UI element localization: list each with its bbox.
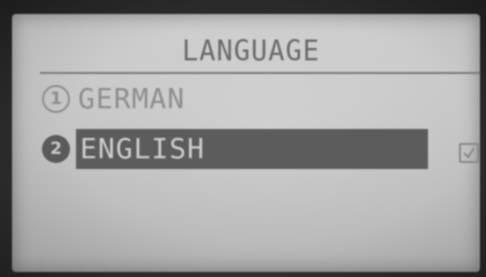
checkbox-checked-icon[interactable]: [459, 143, 479, 163]
page-header: LANGUAGE: [40, 30, 462, 72]
lcd-screen: LANGUAGE 1 GERMAN 2 ENGLISH: [12, 14, 480, 272]
selection-highlight: ENGLISH: [76, 129, 428, 169]
option-number: 2: [50, 139, 62, 159]
page-title: LANGUAGE: [181, 34, 321, 68]
language-option-english[interactable]: 2 ENGLISH: [42, 128, 474, 170]
option-number-badge: 2: [42, 135, 70, 163]
language-option-german[interactable]: 1 GERMAN: [42, 78, 242, 120]
device-bezel: LANGUAGE 1 GERMAN 2 ENGLISH: [0, 0, 486, 277]
option-number-badge: 1: [42, 85, 70, 113]
option-label: GERMAN: [78, 82, 186, 115]
checkmark-icon: [463, 147, 475, 159]
header-divider: [40, 72, 480, 74]
option-label: ENGLISH: [80, 132, 206, 165]
option-number: 1: [50, 89, 62, 109]
